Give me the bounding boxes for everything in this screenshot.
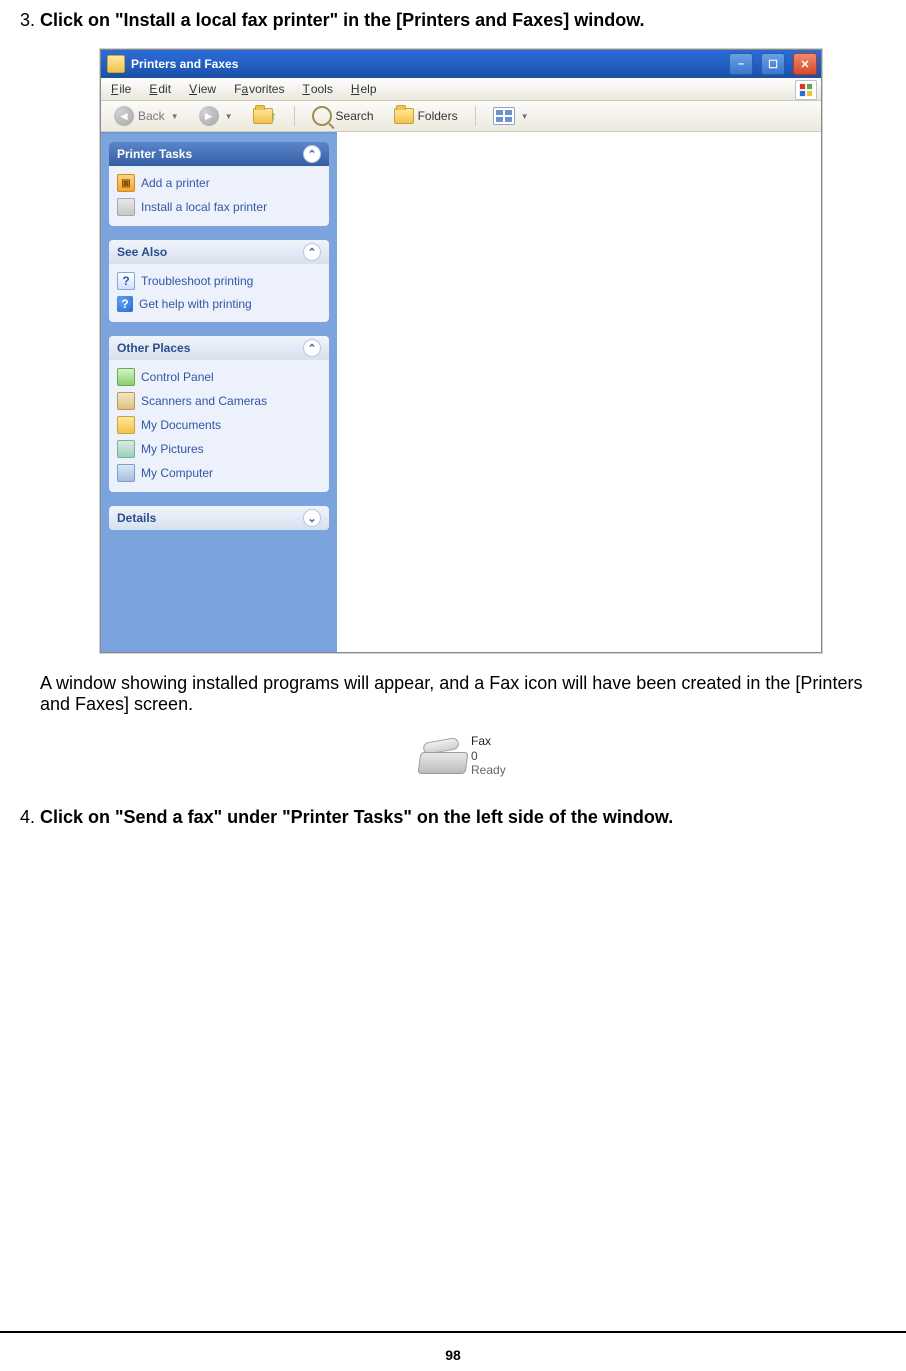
window-icon: [107, 55, 125, 73]
chevron-down-icon: ▼: [225, 112, 233, 121]
menu-favorites[interactable]: Favorites: [234, 82, 284, 96]
forward-icon: ►: [199, 106, 219, 126]
title-bar[interactable]: Printers and Faxes – ☐ ✕: [101, 50, 821, 78]
back-icon: ◄: [114, 106, 134, 126]
printer-tasks-group: Printer Tasks ⌃ ▣ Add a printer: [109, 142, 329, 226]
window-title: Printers and Faxes: [131, 57, 238, 71]
task-install-local-fax-printer[interactable]: Install a local fax printer: [117, 198, 321, 216]
other-places-header[interactable]: Other Places ⌃: [109, 336, 329, 360]
forward-button[interactable]: ► ▼: [192, 103, 240, 129]
up-button[interactable]: ↑: [246, 103, 284, 129]
task-pane: Printer Tasks ⌃ ▣ Add a printer: [101, 132, 337, 652]
search-button[interactable]: Search: [305, 103, 381, 129]
task-label: Install a local fax printer: [141, 200, 267, 214]
my-computer-icon: [117, 464, 135, 482]
toolbar: ◄ Back ▼ ► ▼ ↑ Search: [101, 101, 821, 132]
step-3-result: A window showing installed programs will…: [40, 673, 896, 715]
task-label: My Computer: [141, 466, 213, 480]
link-troubleshoot-printing[interactable]: ? Troubleshoot printing: [117, 272, 321, 290]
menu-edit[interactable]: Edit: [149, 82, 171, 96]
task-add-a-printer[interactable]: ▣ Add a printer: [117, 174, 321, 192]
link-my-computer[interactable]: My Computer: [117, 464, 321, 482]
help-doc-icon: ?: [117, 272, 135, 290]
back-label: Back: [138, 109, 165, 123]
see-also-title: See Also: [117, 245, 167, 259]
menu-file[interactable]: File: [111, 82, 131, 96]
fax-icon: [419, 738, 465, 774]
details-group: Details ⌄: [109, 506, 329, 530]
task-label: Control Panel: [141, 370, 214, 384]
close-button[interactable]: ✕: [793, 53, 817, 75]
footer-separator: [0, 1331, 906, 1333]
link-get-help-with-printing[interactable]: ? Get help with printing: [117, 296, 321, 312]
link-scanners-and-cameras[interactable]: Scanners and Cameras: [117, 392, 321, 410]
control-panel-icon: [117, 368, 135, 386]
menu-help[interactable]: Help: [351, 82, 377, 96]
task-label: Add a printer: [141, 176, 210, 190]
fax-icon-item[interactable]: Fax 0 Ready: [419, 731, 517, 781]
search-label: Search: [336, 109, 374, 123]
task-label: My Documents: [141, 418, 221, 432]
folder-up-icon: [253, 108, 273, 124]
other-places-group: Other Places ⌃ Control Panel: [109, 336, 329, 492]
task-label: Troubleshoot printing: [141, 274, 253, 288]
fax-printer-icon: [117, 198, 135, 216]
content-area[interactable]: [337, 132, 821, 652]
step-4-heading: Click on "Send a fax" under "Printer Tas…: [40, 807, 673, 827]
folders-button[interactable]: Folders: [387, 103, 465, 129]
see-also-group: See Also ⌃ ? Troubleshoot printing ?: [109, 240, 329, 322]
fax-icon-label: Fax 0 Ready: [471, 734, 506, 777]
step-4: Click on "Send a fax" under "Printer Tas…: [40, 807, 896, 828]
collapse-button[interactable]: ⌃: [303, 339, 321, 357]
menu-tools[interactable]: Tools: [302, 82, 332, 96]
step-3: Click on "Install a local fax printer" i…: [40, 10, 896, 781]
link-my-documents[interactable]: My Documents: [117, 416, 321, 434]
collapse-button[interactable]: ⌃: [303, 243, 321, 261]
menu-bar: File Edit View Favorites Tools Help: [101, 78, 821, 101]
views-button[interactable]: ▼: [486, 103, 536, 129]
chevron-down-icon: ▼: [521, 112, 529, 121]
pictures-icon: [117, 440, 135, 458]
chevron-down-icon: ▼: [171, 112, 179, 121]
link-control-panel[interactable]: Control Panel: [117, 368, 321, 386]
search-icon: [312, 106, 332, 126]
help-icon: ?: [117, 296, 133, 312]
link-my-pictures[interactable]: My Pictures: [117, 440, 321, 458]
see-also-header[interactable]: See Also ⌃: [109, 240, 329, 264]
scanner-icon: [117, 392, 135, 410]
task-label: My Pictures: [141, 442, 204, 456]
details-header[interactable]: Details ⌄: [109, 506, 329, 530]
printer-tasks-header[interactable]: Printer Tasks ⌃: [109, 142, 329, 166]
back-button[interactable]: ◄ Back ▼: [107, 103, 186, 129]
expand-button[interactable]: ⌄: [303, 509, 321, 527]
folder-icon: [394, 108, 414, 124]
views-icon: [493, 107, 515, 125]
printer-tasks-title: Printer Tasks: [117, 147, 192, 161]
minimize-button[interactable]: –: [729, 53, 753, 75]
documents-icon: [117, 416, 135, 434]
folders-label: Folders: [418, 109, 458, 123]
maximize-button[interactable]: ☐: [761, 53, 785, 75]
windows-flag-icon: [795, 80, 817, 100]
task-label: Scanners and Cameras: [141, 394, 267, 408]
printers-and-faxes-window: Printers and Faxes – ☐ ✕ File Edit View …: [100, 49, 822, 653]
printer-icon: ▣: [117, 174, 135, 192]
menu-view[interactable]: View: [189, 82, 216, 96]
page-number: 98: [0, 1347, 906, 1363]
task-label: Get help with printing: [139, 297, 252, 311]
step-3-heading: Click on "Install a local fax printer" i…: [40, 10, 645, 30]
details-title: Details: [117, 511, 156, 525]
collapse-button[interactable]: ⌃: [303, 145, 321, 163]
other-places-title: Other Places: [117, 341, 190, 355]
